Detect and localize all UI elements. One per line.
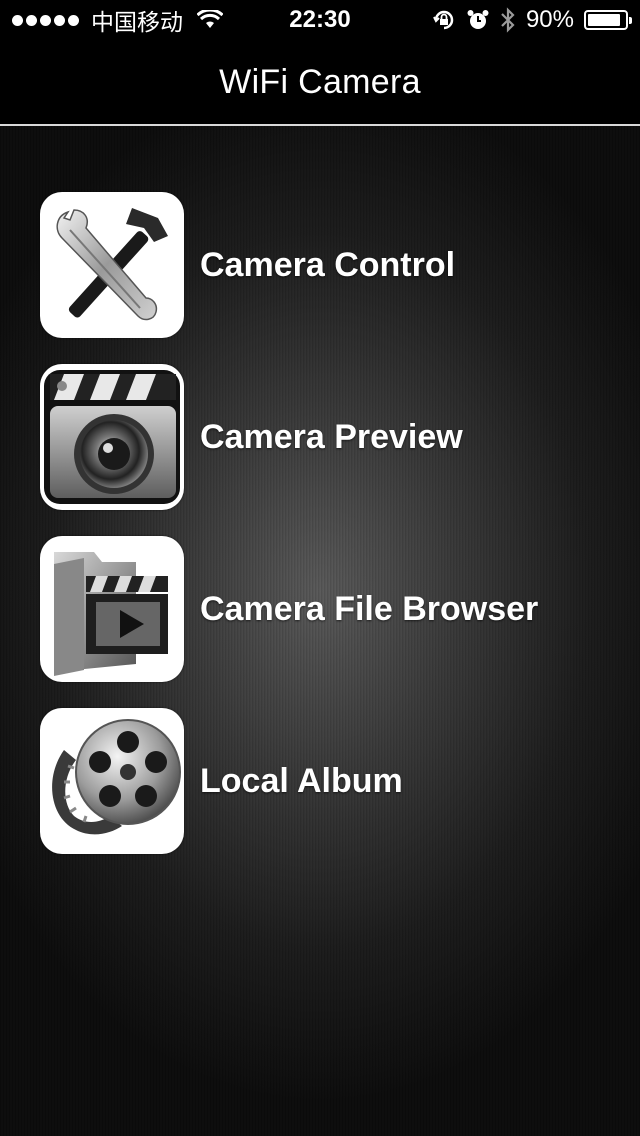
menu-item-camera-file-browser[interactable]: Camera File Browser [40,536,600,682]
menu-item-camera-preview[interactable]: Camera Preview [40,364,600,510]
app-screen: 中国移动 22:30 90% WiFi Camera Camera Contro… [0,0,640,1136]
status-bar: 中国移动 22:30 90% [0,0,640,40]
status-right: 90% [432,0,632,40]
clapper-lens-icon[interactable] [40,364,184,510]
menu-label-local-album[interactable]: Local Album [200,762,403,801]
menu-item-camera-control[interactable]: Camera Control [40,192,600,338]
orientation-lock-icon [433,10,454,30]
wrench-hammer-icon[interactable] [40,192,184,338]
menu-item-local-album[interactable]: Local Album [40,708,600,854]
film-reel-icon[interactable] [40,708,184,854]
nav-title: WiFi Camera [219,62,421,101]
nav-bar: WiFi Camera [0,40,640,126]
battery-icon [584,10,632,30]
bluetooth-icon [501,7,515,33]
battery-percent: 90% [525,6,574,33]
alarm-icon [467,10,489,29]
menu-label-camera-preview[interactable]: Camera Preview [200,418,463,457]
menu-label-camera-control[interactable]: Camera Control [200,246,455,285]
menu-label-camera-file-browser[interactable]: Camera File Browser [200,590,538,629]
folder-video-icon[interactable] [40,536,184,682]
